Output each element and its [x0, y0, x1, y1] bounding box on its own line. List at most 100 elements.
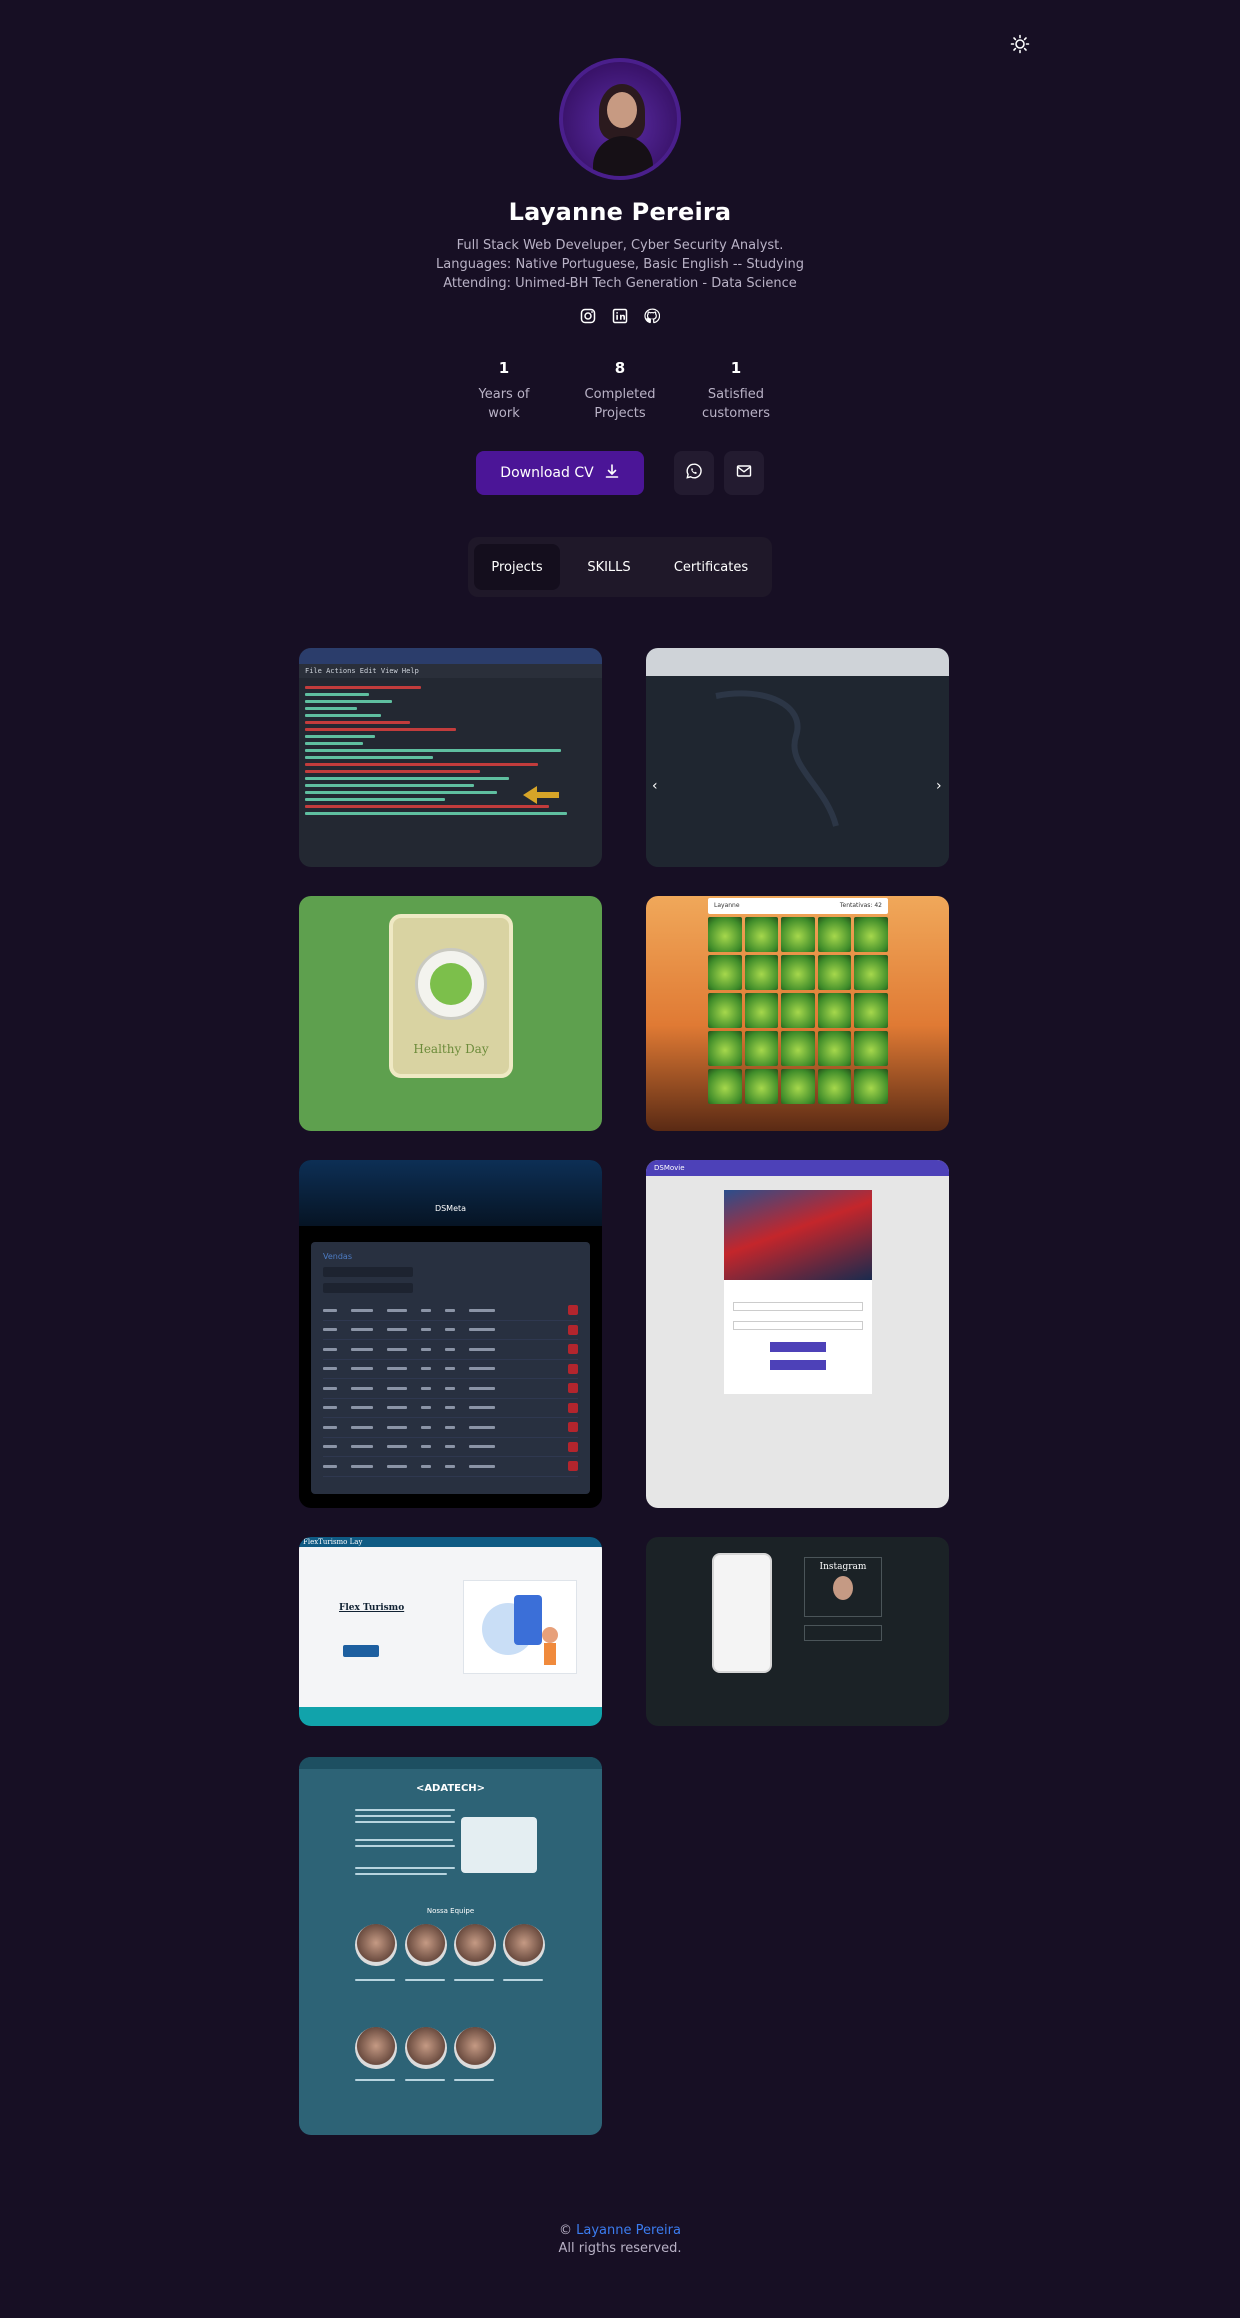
team-avatar — [355, 2027, 397, 2069]
movie-poster — [724, 1190, 872, 1280]
game-player: Layanne — [714, 902, 740, 909]
instagram-link[interactable] — [579, 308, 597, 328]
date-input — [323, 1283, 413, 1293]
stats-row: 1 Years of work 8 Completed Projects 1 Sat… — [0, 359, 1240, 423]
adatech-navbar — [299, 1757, 602, 1769]
card-grid — [708, 917, 888, 1104]
bio-languages: Languages: Native Portuguese, Basic Engl… — [436, 257, 804, 272]
project-card-adatech[interactable]: <ADATECH> Nossa Equipe — [299, 1757, 602, 2135]
stat-customers: 1 Satisfied customers — [700, 359, 772, 423]
stat-label: Satisfied customers — [702, 387, 770, 421]
tab-certificates[interactable]: Certificates — [658, 544, 764, 590]
browser-toolbar — [646, 648, 949, 676]
project-card-kali[interactable]: ‹ › — [646, 648, 949, 867]
table-row — [323, 1399, 578, 1418]
table-row — [323, 1301, 578, 1321]
date-input — [323, 1267, 413, 1277]
mail-icon — [735, 462, 753, 484]
table-row — [323, 1379, 578, 1399]
table-row — [323, 1418, 578, 1438]
taskbar — [299, 648, 602, 664]
game-score: Tentativas: 42 — [839, 902, 882, 909]
download-cv-button[interactable]: Download CV — [476, 451, 644, 495]
stat-years: 1 Years of work — [468, 359, 540, 423]
flex-header: FlexTurismo Lay — [299, 1537, 602, 1547]
whatsapp-button[interactable] — [674, 451, 714, 495]
sun-icon — [1010, 34, 1030, 58]
healthy-day-artwork: Healthy Day — [389, 914, 513, 1078]
linkedin-icon — [612, 308, 628, 328]
memory-board: Layanne Tentativas: 42 — [708, 898, 888, 1124]
save-button — [770, 1342, 826, 1352]
project-card-instagram[interactable]: Instagram — [646, 1537, 949, 1726]
signup-box — [804, 1625, 882, 1641]
flex-title: Flex Turismo — [339, 1603, 405, 1613]
whatsapp-icon — [685, 462, 703, 484]
actions-row: Download CV — [0, 451, 1240, 495]
profile-bio: Full Stack Web Develuper, Cyber Security… — [0, 236, 1240, 293]
flex-footer — [299, 1707, 602, 1726]
team-avatar — [454, 2027, 496, 2069]
tab-projects[interactable]: Projects — [474, 544, 560, 590]
footer-author-link[interactable]: Layanne Pereira — [576, 2223, 681, 2238]
profile-section: Layanne Pereira Full Stack Web Develuper… — [0, 58, 1240, 597]
stat-label: Years of work — [478, 387, 530, 421]
stat-projects: 8 Completed Projects — [584, 359, 656, 423]
cancel-button — [770, 1360, 826, 1370]
dsmeta-header: DSMeta — [299, 1160, 602, 1226]
plate-icon — [415, 948, 487, 1020]
table-row — [323, 1360, 578, 1379]
profile-name: Layanne Pereira — [508, 198, 732, 226]
table-row — [323, 1321, 578, 1340]
team-avatar — [454, 1924, 496, 1966]
project-card-memory-game[interactable]: Layanne Tentativas: 42 — [646, 896, 949, 1131]
login-box: Instagram — [804, 1557, 882, 1617]
stat-value: 1 — [730, 359, 742, 377]
project-card-flex-turismo[interactable]: FlexTurismo Lay Flex Turismo — [299, 1537, 602, 1726]
healthy-day-label: Healthy Day — [413, 1042, 489, 1056]
team-heading: Nossa Equipe — [426, 1907, 475, 1915]
table-row — [323, 1457, 578, 1477]
project-card-healthy-day[interactable]: Healthy Day — [299, 896, 602, 1131]
social-links — [0, 308, 1240, 328]
flex-hero: Flex Turismo — [299, 1547, 602, 1707]
tab-skills[interactable]: SKILLS — [566, 544, 652, 590]
carousel-prev-icon[interactable]: ‹ — [652, 778, 658, 794]
table-row — [323, 1438, 578, 1457]
adatech-illustration — [461, 1817, 537, 1873]
score-field — [733, 1321, 863, 1330]
copyright-symbol: © — [559, 2223, 572, 2238]
bio-role: Full Stack Web Develuper, Cyber Security… — [456, 238, 784, 253]
stat-label: Completed Projects — [584, 387, 656, 421]
arrow-left-icon — [521, 784, 561, 806]
email-field — [733, 1302, 863, 1311]
theme-toggle-button[interactable] — [1008, 34, 1032, 58]
avatar — [559, 58, 681, 180]
linkedin-link[interactable] — [611, 308, 629, 328]
kali-desktop — [646, 676, 949, 867]
instagram-icon — [580, 308, 596, 328]
game-scorebar: Layanne Tentativas: 42 — [708, 898, 888, 914]
team-avatar — [355, 1924, 397, 1966]
download-cv-label: Download CV — [500, 465, 594, 481]
phone-mockup — [712, 1553, 772, 1673]
team-avatar — [405, 1924, 447, 1966]
instagram-title: Instagram — [819, 1562, 867, 1572]
table-row — [323, 1340, 578, 1360]
sales-title: Vendas — [323, 1252, 352, 1261]
bio-education: Attending: Unimed-BH Tech Generation - D… — [443, 276, 797, 291]
email-button[interactable] — [724, 451, 764, 495]
dsmovie-header: DSMovie — [646, 1160, 949, 1176]
project-card-dsmovie[interactable]: DSMovie — [646, 1160, 949, 1508]
team-avatar — [405, 2027, 447, 2069]
project-card-terminal[interactable]: File Actions Edit View Help — [299, 648, 602, 867]
sales-panel: Vendas — [311, 1242, 590, 1494]
terminal-menu: File Actions Edit View Help — [299, 664, 602, 678]
carousel-next-icon[interactable]: › — [936, 778, 942, 794]
section-tabs: Projects SKILLS Certificates — [468, 537, 772, 597]
hero-illustration — [463, 1580, 577, 1674]
project-card-dsmeta[interactable]: DSMeta Vendas — [299, 1160, 602, 1508]
stat-value: 8 — [614, 359, 626, 377]
github-link[interactable] — [643, 308, 661, 327]
adatech-logo: <ADATECH> — [415, 1783, 486, 1794]
